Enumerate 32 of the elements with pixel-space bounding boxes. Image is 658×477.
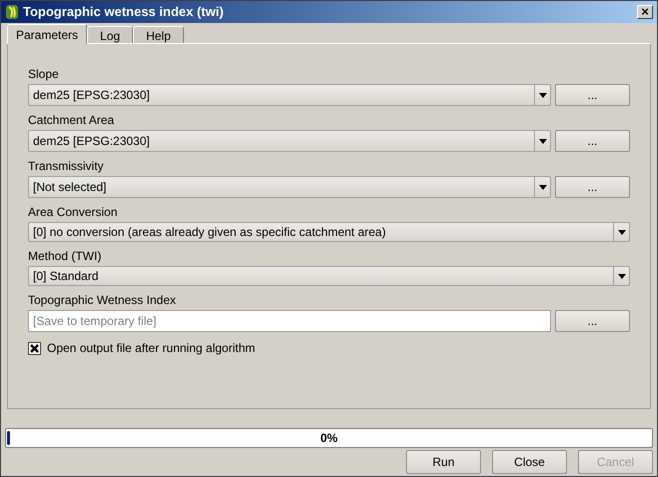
close-button[interactable]: × (637, 5, 653, 19)
field-label: Slope (28, 66, 60, 82)
browse-button[interactable]: ... (555, 176, 630, 198)
field-label: Topographic Wetness Index (28, 292, 177, 308)
dialog-button[interactable]: Run (406, 450, 481, 474)
tab[interactable]: Help (133, 26, 184, 43)
browse-button[interactable]: ... (555, 130, 630, 152)
output-file-field[interactable]: [Save to temporary file] (28, 310, 551, 332)
field-label: Catchment Area (28, 112, 116, 128)
dropdown[interactable]: [Not selected] (28, 176, 551, 198)
checkbox-label: Open output file after running algorithm (47, 340, 256, 357)
field-label: Transmissivity (28, 158, 105, 174)
field-label: Method (TWI) (28, 248, 102, 264)
browse-button[interactable]: ... (555, 310, 630, 332)
dropdown-arrow-icon (618, 230, 626, 234)
dialog-button[interactable]: Close (492, 450, 567, 474)
dropdown-arrow-icon (538, 138, 546, 144)
field-label: Area Conversion (28, 204, 118, 220)
checkbox[interactable] (28, 342, 41, 354)
browse-button[interactable]: ... (555, 84, 630, 106)
window-title: Topographic wetness index (twi) (23, 3, 225, 22)
dropdown-arrow-icon (538, 92, 546, 98)
dropdown[interactable]: [0] Standard (28, 266, 630, 286)
dropdown-arrow-icon (538, 184, 546, 190)
dropdown[interactable]: [0] no conversion (areas already given as specific catchment area) (28, 222, 630, 242)
tab[interactable]: Log (87, 26, 134, 43)
progress-percentage: 0% (320, 430, 338, 447)
dropdown-arrow-icon (618, 274, 626, 278)
dropdown[interactable]: dem25 [EPSG:23030] (28, 84, 551, 106)
app-icon (5, 4, 19, 20)
tab[interactable]: Parameters (7, 24, 88, 44)
dropdown[interactable]: dem25 [EPSG:23030] (28, 130, 551, 152)
